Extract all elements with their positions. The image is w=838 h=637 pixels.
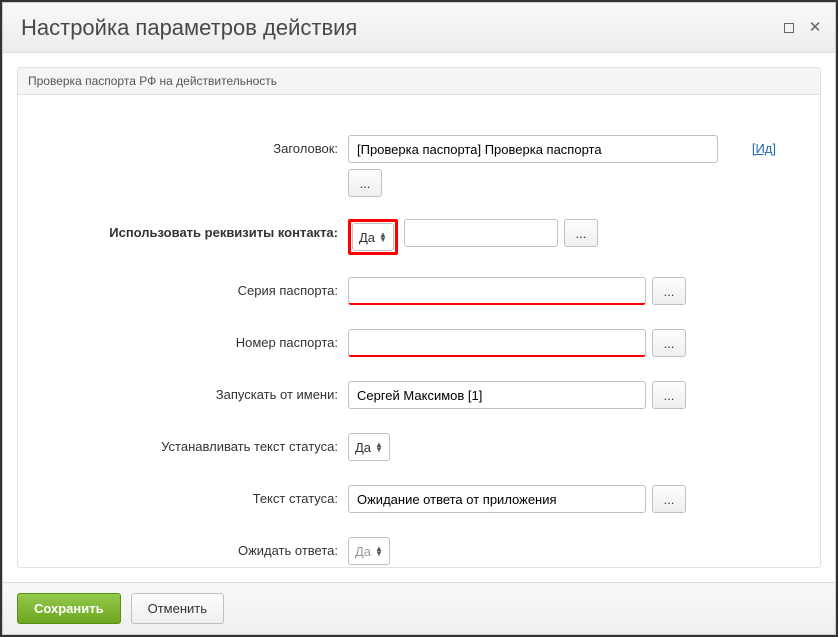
id-link-text: Ид bbox=[755, 141, 772, 156]
row-wait-response: Ожидать ответа: Да ▲▼ bbox=[38, 537, 800, 567]
control-wait-response: Да ▲▼ bbox=[348, 537, 800, 565]
row-set-status-text: Устанавливать текст статуса: Да ▲▼ bbox=[38, 433, 800, 463]
id-link[interactable]: [Ид] bbox=[752, 135, 776, 156]
label-passport-number: Номер паспорта: bbox=[38, 329, 348, 350]
control-use-contact-req: Да ▲▼ ... bbox=[348, 219, 800, 255]
panel-body: Заголовок: ... [Ид] Использовать реквизи… bbox=[18, 95, 820, 568]
passport-number-ellipsis-button[interactable]: ... bbox=[652, 329, 686, 357]
label-status-text: Текст статуса: bbox=[38, 485, 348, 506]
cancel-button[interactable]: Отменить bbox=[131, 593, 224, 624]
dialog-header: Настройка параметров действия ✕ bbox=[3, 3, 835, 53]
save-button[interactable]: Сохранить bbox=[17, 593, 121, 624]
dialog-title: Настройка параметров действия bbox=[21, 15, 357, 41]
status-text-input[interactable] bbox=[348, 485, 646, 513]
use-contact-req-ellipsis-button[interactable]: ... bbox=[564, 219, 598, 247]
row-run-as: Запускать от имени: ... bbox=[38, 381, 800, 411]
row-status-text: Текст статуса: ... bbox=[38, 485, 800, 515]
header-input[interactable] bbox=[348, 135, 718, 163]
label-passport-series: Серия паспорта: bbox=[38, 277, 348, 298]
label-use-contact-req: Использовать реквизиты контакта: bbox=[38, 219, 348, 240]
run-as-input[interactable] bbox=[348, 381, 646, 409]
control-passport-number: ... bbox=[348, 329, 800, 357]
wait-response-select[interactable]: Да ▲▼ bbox=[348, 537, 390, 565]
passport-series-input[interactable] bbox=[348, 277, 646, 305]
header-ellipsis-button[interactable]: ... bbox=[348, 169, 382, 197]
dialog-window: Настройка параметров действия ✕ Проверка… bbox=[2, 2, 836, 635]
label-set-status-text: Устанавливать текст статуса: bbox=[38, 433, 348, 454]
row-header: Заголовок: ... [Ид] bbox=[38, 135, 800, 197]
label-header: Заголовок: bbox=[38, 135, 348, 156]
status-text-ellipsis-button[interactable]: ... bbox=[652, 485, 686, 513]
passport-number-input[interactable] bbox=[348, 329, 646, 357]
wait-response-value: Да bbox=[355, 544, 371, 559]
use-contact-req-select[interactable]: Да ▲▼ bbox=[352, 223, 394, 251]
control-status-text: ... bbox=[348, 485, 800, 513]
passport-series-ellipsis-button[interactable]: ... bbox=[652, 277, 686, 305]
header-controls: ✕ bbox=[783, 22, 821, 34]
set-status-text-select[interactable]: Да ▲▼ bbox=[348, 433, 390, 461]
select-arrows-icon: ▲▼ bbox=[375, 442, 383, 452]
close-icon[interactable]: ✕ bbox=[809, 22, 821, 34]
select-arrows-icon: ▲▼ bbox=[375, 546, 383, 556]
label-wait-response: Ожидать ответа: bbox=[38, 537, 348, 558]
control-passport-series: ... bbox=[348, 277, 800, 305]
highlight-use-contact-req: Да ▲▼ bbox=[348, 219, 398, 255]
label-run-as: Запускать от имени: bbox=[38, 381, 348, 402]
settings-panel: Проверка паспорта РФ на действительность… bbox=[17, 67, 821, 568]
dialog-body: Проверка паспорта РФ на действительность… bbox=[3, 53, 835, 582]
id-link-bracket-close: ] bbox=[772, 141, 776, 156]
maximize-icon[interactable] bbox=[783, 22, 795, 34]
run-as-ellipsis-button[interactable]: ... bbox=[652, 381, 686, 409]
panel-title: Проверка паспорта РФ на действительность bbox=[18, 68, 820, 95]
row-passport-number: Номер паспорта: ... bbox=[38, 329, 800, 359]
row-passport-series: Серия паспорта: ... bbox=[38, 277, 800, 307]
control-run-as: ... bbox=[348, 381, 800, 409]
use-contact-req-input[interactable] bbox=[404, 219, 558, 247]
select-arrows-icon: ▲▼ bbox=[379, 232, 387, 242]
row-use-contact-req: Использовать реквизиты контакта: Да ▲▼ .… bbox=[38, 219, 800, 255]
use-contact-req-value: Да bbox=[359, 230, 375, 245]
dialog-footer: Сохранить Отменить bbox=[3, 582, 835, 634]
control-set-status-text: Да ▲▼ bbox=[348, 433, 800, 461]
control-header: ... bbox=[348, 135, 752, 197]
set-status-text-value: Да bbox=[355, 440, 371, 455]
